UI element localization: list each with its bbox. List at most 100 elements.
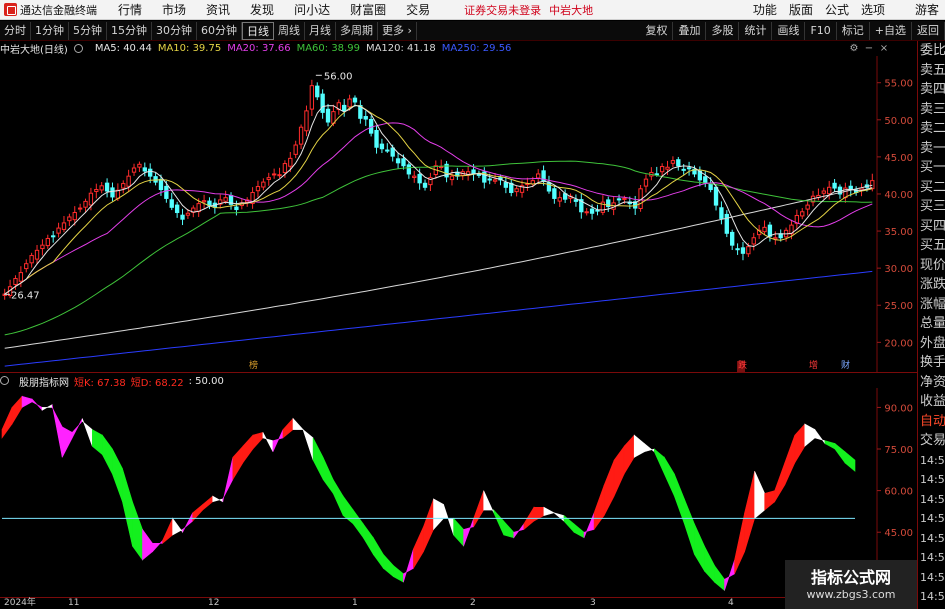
period-monthly[interactable]: 月线 bbox=[305, 21, 336, 40]
indicator-ribbon-segment bbox=[724, 559, 735, 591]
indicator-ribbon-segment bbox=[102, 434, 113, 475]
period-daily[interactable]: 日线 bbox=[242, 21, 274, 40]
overlay-button[interactable]: 叠加 bbox=[673, 22, 707, 40]
side-item-25[interactable]: 14:56 bbox=[918, 529, 945, 549]
side-item-18[interactable]: 收益 bbox=[918, 392, 945, 412]
side-item-24[interactable]: 14:56 bbox=[918, 509, 945, 529]
indicator-chart[interactable]: 90.0075.0060.0045.0030.00 bbox=[0, 388, 917, 596]
indicator-ribbon-segment bbox=[222, 457, 234, 502]
price-tick-label: 25.00 bbox=[884, 301, 913, 312]
settings-circle-icon[interactable] bbox=[73, 43, 89, 54]
menu-item-wealth[interactable]: 财富圈 bbox=[340, 0, 396, 20]
period-30min[interactable]: 30分钟 bbox=[152, 21, 197, 40]
watermark: 指标公式网 www.zbgs3.com bbox=[785, 560, 917, 609]
period-multi[interactable]: 多周期 bbox=[336, 21, 378, 40]
indicator-ribbon-segment bbox=[463, 518, 474, 547]
side-item-1[interactable]: 卖五 bbox=[918, 61, 945, 81]
side-item-28[interactable]: 14:56 bbox=[918, 587, 945, 607]
side-item-16[interactable]: 换手 bbox=[918, 353, 945, 373]
indicator-ribbon-segment bbox=[593, 484, 605, 531]
side-item-7[interactable]: 买二 bbox=[918, 178, 945, 198]
menu-item-markets[interactable]: 市场 bbox=[152, 0, 196, 20]
side-item-11[interactable]: 现价 bbox=[918, 256, 945, 276]
side-item-8[interactable]: 买三 bbox=[918, 197, 945, 217]
side-item-26[interactable]: 14:56 bbox=[918, 548, 945, 568]
mark-button[interactable]: 标记 bbox=[837, 22, 870, 40]
ma5-label: MA5: 40.44 bbox=[94, 43, 152, 54]
indicator-ribbon-segment bbox=[142, 528, 153, 561]
minus-icon[interactable]: − bbox=[864, 44, 874, 54]
menu-item-trade[interactable]: 交易 bbox=[396, 0, 440, 20]
candlestick-chart[interactable]: 55.00 50.00 45.00 40.00 35.00 30.00 25.00 20.00… bbox=[0, 56, 917, 372]
side-item-17[interactable]: 净资 bbox=[918, 373, 945, 393]
settings-icon[interactable]: ⚙ bbox=[849, 44, 859, 54]
candle-down bbox=[342, 104, 347, 112]
back-button[interactable]: 返回 bbox=[912, 22, 945, 40]
side-item-10[interactable]: 买五 bbox=[918, 236, 945, 256]
app-title: 通达信金融终端 bbox=[20, 3, 97, 17]
event-marker-bang[interactable]: 榜 bbox=[248, 361, 259, 372]
period-1min[interactable]: 1分钟 bbox=[31, 21, 69, 40]
side-item-23[interactable]: 14:56 bbox=[918, 490, 945, 510]
draw-line-button[interactable]: 画线 bbox=[772, 22, 806, 40]
period-5min[interactable]: 5分钟 bbox=[69, 21, 107, 40]
candle-down bbox=[352, 97, 358, 103]
event-marker-finance[interactable]: 财 bbox=[840, 361, 851, 372]
add-favorite-button[interactable]: +自选 bbox=[870, 22, 912, 40]
indicator-settings-icon[interactable] bbox=[0, 376, 14, 387]
side-item-2[interactable]: 卖四 bbox=[918, 80, 945, 100]
close-icon[interactable]: × bbox=[879, 44, 889, 54]
candle-up bbox=[298, 126, 304, 145]
login-status[interactable]: 证券交易未登录 bbox=[464, 4, 541, 17]
candle-down bbox=[379, 143, 385, 150]
indicator-ribbon-segment bbox=[784, 435, 796, 486]
menu-item-options[interactable]: 选项 bbox=[855, 0, 891, 20]
indicator-ribbon-segment bbox=[11, 395, 23, 426]
event-marker-increase[interactable]: 增 bbox=[808, 361, 819, 372]
date-label-1: 1 bbox=[352, 598, 358, 608]
side-item-3[interactable]: 卖三 bbox=[918, 100, 945, 120]
indicator-ribbon-segment bbox=[754, 471, 765, 519]
candle-up bbox=[412, 175, 417, 179]
f10-button[interactable]: F10 bbox=[805, 22, 837, 40]
side-item-15[interactable]: 外盘 bbox=[918, 334, 945, 354]
toolbar-right: 复权 叠加 多股 统计 画线 F10 标记 +自选 返回 bbox=[640, 21, 945, 41]
side-item-19[interactable]: 自动 bbox=[918, 412, 945, 432]
period-intraday[interactable]: 分时 bbox=[0, 21, 31, 40]
menu-item-discover[interactable]: 发现 bbox=[240, 0, 284, 20]
menu-item-function[interactable]: 功能 bbox=[747, 0, 783, 20]
candle-up bbox=[72, 212, 77, 221]
side-item-0[interactable]: 委比 bbox=[918, 41, 945, 61]
menu-item-news[interactable]: 资讯 bbox=[196, 0, 240, 20]
candle-down bbox=[703, 176, 708, 184]
candle-down bbox=[476, 173, 482, 176]
side-item-5[interactable]: 卖一 bbox=[918, 139, 945, 159]
side-item-21[interactable]: 14:56 bbox=[918, 451, 945, 471]
guest-account[interactable]: 游客 bbox=[909, 0, 945, 20]
menu-item-formula[interactable]: 公式 bbox=[819, 0, 855, 20]
candle-up bbox=[45, 237, 50, 247]
side-item-9[interactable]: 买四 bbox=[918, 217, 945, 237]
restore-rights-button[interactable]: 复权 bbox=[640, 22, 674, 40]
period-more[interactable]: 更多 › bbox=[378, 21, 417, 40]
side-item-20[interactable]: 交易 bbox=[918, 431, 945, 451]
statistics-button[interactable]: 统计 bbox=[739, 22, 773, 40]
candle-up bbox=[751, 237, 756, 245]
side-item-14[interactable]: 总量 bbox=[918, 314, 945, 334]
indicator-ribbon-segment bbox=[623, 434, 635, 476]
candle-down bbox=[708, 183, 713, 191]
menu-item-layout[interactable]: 版面 bbox=[783, 0, 819, 20]
side-item-22[interactable]: 14:56 bbox=[918, 470, 945, 490]
side-item-4[interactable]: 卖二 bbox=[918, 119, 945, 139]
side-item-13[interactable]: 涨幅 bbox=[918, 295, 945, 315]
side-item-12[interactable]: 涨跌 bbox=[918, 275, 945, 295]
period-15min[interactable]: 15分钟 bbox=[107, 21, 152, 40]
menu-item-market[interactable]: 行情 bbox=[108, 0, 152, 20]
side-item-27[interactable]: 14:56 bbox=[918, 568, 945, 588]
menu-item-assistant[interactable]: 问小达 bbox=[284, 0, 340, 20]
period-weekly[interactable]: 周线 bbox=[274, 21, 305, 40]
period-60min[interactable]: 60分钟 bbox=[197, 21, 242, 40]
side-item-6[interactable]: 买一 bbox=[918, 158, 945, 178]
indicator-ribbon-segment bbox=[373, 536, 384, 570]
multi-stock-button[interactable]: 多股 bbox=[706, 22, 740, 40]
